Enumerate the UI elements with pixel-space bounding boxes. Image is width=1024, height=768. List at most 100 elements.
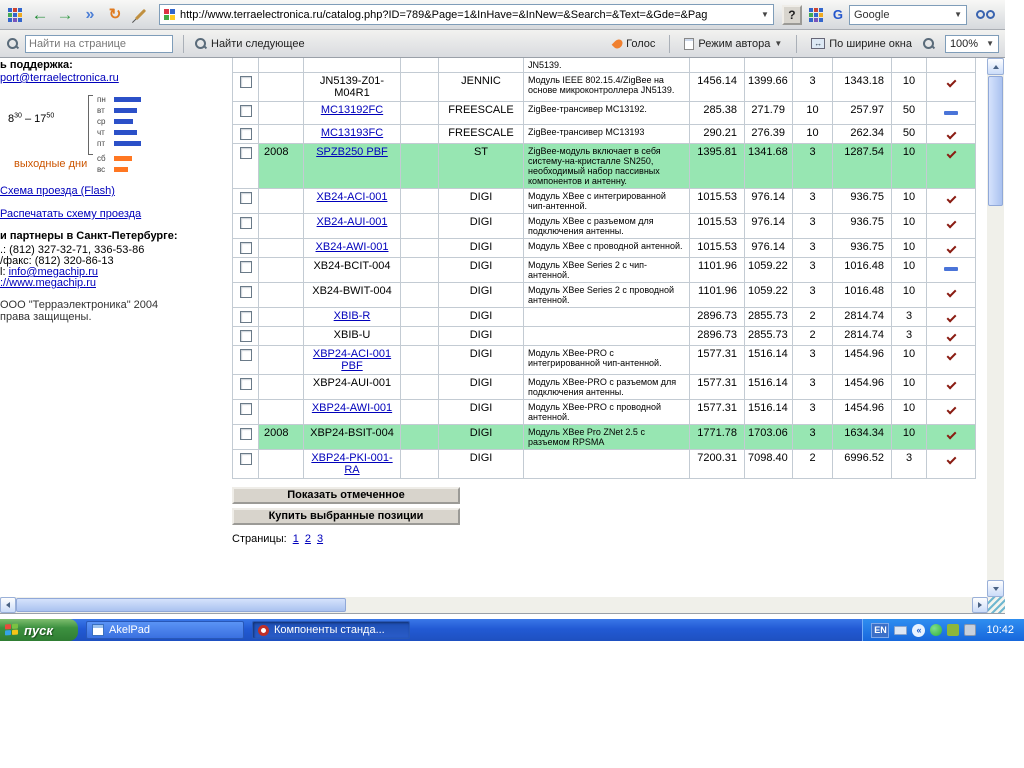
row-checkbox[interactable]	[240, 76, 252, 88]
show-marked-button[interactable]: Показать отмеченное	[232, 487, 460, 504]
help-button[interactable]: ?	[782, 5, 802, 25]
part-number-link[interactable]: XB24-AWI-001	[316, 241, 389, 253]
taskbar-task-browser[interactable]: Компоненты станда...	[252, 621, 410, 639]
back-button[interactable]: ←	[29, 3, 51, 27]
check-mark-icon	[946, 194, 956, 204]
right-arrow-icon	[978, 602, 982, 608]
hide-icons-chevron[interactable]: «	[912, 624, 925, 637]
taskbar-clock[interactable]: 10:42	[986, 624, 1014, 636]
tray-antivirus-icon[interactable]	[930, 624, 942, 636]
part-cell: XBIB-U	[304, 327, 401, 346]
part-number-link[interactable]: XB24-ACI-001	[317, 191, 388, 203]
part-number-link[interactable]: XBIB-R	[334, 310, 371, 322]
tray-volume-icon[interactable]	[964, 624, 976, 636]
description-cell: Модуль XBee с интегрированной чип-антенн…	[524, 189, 690, 214]
forward-button[interactable]: →	[54, 3, 76, 27]
taskbar-task-akelpad[interactable]: AkelPad	[86, 621, 244, 639]
row-checkbox[interactable]	[240, 453, 252, 465]
tray-utility-icon[interactable]	[947, 624, 959, 636]
scroll-down-button[interactable]	[987, 580, 1004, 597]
directions-link[interactable]: Схема проезда (Flash)	[0, 185, 115, 197]
price2-cell: 1059.22	[745, 258, 793, 283]
horizontal-scroll-thumb[interactable]	[16, 598, 346, 612]
table-row: MC13193FC FREESCALE ZigBee-трансивер MC1…	[233, 125, 976, 144]
panels-grid-icon[interactable]	[805, 3, 827, 27]
schedule-day-row: вс	[97, 164, 132, 175]
horizontal-scrollbar[interactable]	[0, 597, 1005, 613]
part-number-link[interactable]: SPZB250 PBF	[316, 146, 388, 158]
browser-window: ← → » ↻ http://www.terraelectronica.ru/c…	[0, 0, 1005, 614]
row-checkbox[interactable]	[240, 105, 252, 117]
qty1-cell: 3	[793, 258, 833, 283]
row-checkbox[interactable]	[240, 349, 252, 361]
page-link-2[interactable]: 2	[305, 533, 311, 545]
voice-button[interactable]: Голос	[614, 38, 655, 50]
find-next-button[interactable]: Найти следующее	[194, 37, 305, 50]
part-number-link[interactable]: XBP24-ACI-001 PBF	[313, 348, 391, 372]
binoculars-icon[interactable]	[976, 10, 995, 19]
row-checkbox[interactable]	[240, 378, 252, 390]
photo-cell	[401, 73, 439, 102]
table-row: XB24-BCIT-004 DIGI Модуль XBee Series 2 …	[233, 258, 976, 283]
row-checkbox[interactable]	[240, 192, 252, 204]
part-cell: XBP24-ACI-001 PBF	[304, 346, 401, 375]
row-checkbox[interactable]	[240, 242, 252, 254]
part-number-link[interactable]: MC13192FC	[321, 104, 383, 116]
fast-forward-button[interactable]: »	[79, 3, 101, 27]
part-number-link[interactable]: MC13193FC	[321, 127, 383, 139]
row-checkbox[interactable]	[240, 403, 252, 415]
address-bar[interactable]: http://www.terraelectronica.ru/catalog.p…	[159, 4, 774, 25]
scroll-right-button[interactable]	[972, 597, 988, 613]
row-checkbox[interactable]	[240, 261, 252, 273]
page-link-3[interactable]: 3	[317, 533, 323, 545]
row-checkbox[interactable]	[240, 428, 252, 440]
print-directions-link[interactable]: Распечатать схему проезда	[0, 208, 141, 220]
row-select-cell	[233, 189, 259, 214]
price1-cell: 285.38	[690, 102, 745, 125]
zoom-dropdown[interactable]: 100% ▼	[945, 35, 999, 53]
language-indicator[interactable]: EN	[871, 623, 889, 638]
row-select-cell	[233, 214, 259, 239]
photo-cell	[401, 144, 439, 189]
vertical-scrollbar[interactable]	[987, 58, 1004, 597]
partner-site-link[interactable]: ://www.megachip.ru	[0, 277, 96, 289]
fit-width-button[interactable]: ↔ По ширине окна	[811, 38, 912, 50]
qty2-cell: 10	[892, 425, 927, 450]
photo-cell	[401, 400, 439, 425]
day-label: пт	[97, 139, 111, 148]
price2-cell: 976.14	[745, 214, 793, 239]
price3-cell: 2814.74	[833, 327, 892, 346]
buy-selected-button[interactable]: Купить выбранные позиции	[232, 508, 460, 525]
menu-grid-icon[interactable]	[4, 3, 26, 27]
part-number-link[interactable]: XBP24-AWI-001	[312, 402, 392, 414]
table-row: XBP24-AUI-001 DIGI Модуль XBee-PRO с раз…	[233, 375, 976, 400]
row-checkbox[interactable]	[240, 147, 252, 159]
scroll-up-button[interactable]	[987, 58, 1004, 75]
price1-cell: 1015.53	[690, 189, 745, 214]
google-search-field[interactable]: Google ▼	[849, 5, 967, 25]
row-checkbox[interactable]	[240, 128, 252, 140]
row-checkbox[interactable]	[240, 217, 252, 229]
price2-cell: 1341.68	[745, 144, 793, 189]
scroll-left-button[interactable]	[0, 597, 16, 613]
part-number-link[interactable]: XBP24-PKI-001-RA	[311, 452, 392, 476]
price3-cell: 257.97	[833, 102, 892, 125]
author-mode-dropdown[interactable]: Режим автора ▼	[684, 38, 782, 50]
row-checkbox[interactable]	[240, 286, 252, 298]
page-link-1[interactable]: 1	[293, 533, 299, 545]
reload-button[interactable]: ↻	[104, 3, 126, 27]
edit-button[interactable]	[129, 3, 151, 27]
find-on-page-input[interactable]	[25, 35, 173, 53]
keyboard-icon[interactable]	[894, 626, 907, 635]
schedule-bracket	[88, 95, 93, 155]
start-button[interactable]: пуск	[0, 619, 78, 641]
row-checkbox[interactable]	[240, 330, 252, 342]
search-engine-dropdown-icon[interactable]: ▼	[954, 11, 962, 19]
support-email-link[interactable]: port@terraelectronica.ru	[0, 72, 119, 84]
address-dropdown-icon[interactable]: ▼	[761, 11, 769, 19]
vertical-scroll-thumb[interactable]	[988, 76, 1003, 206]
resize-grip[interactable]	[988, 597, 1005, 613]
part-number-link[interactable]: XB24-AUI-001	[317, 216, 388, 228]
part-cell: JN5139-Z01-M04R1	[304, 73, 401, 102]
row-checkbox[interactable]	[240, 311, 252, 323]
